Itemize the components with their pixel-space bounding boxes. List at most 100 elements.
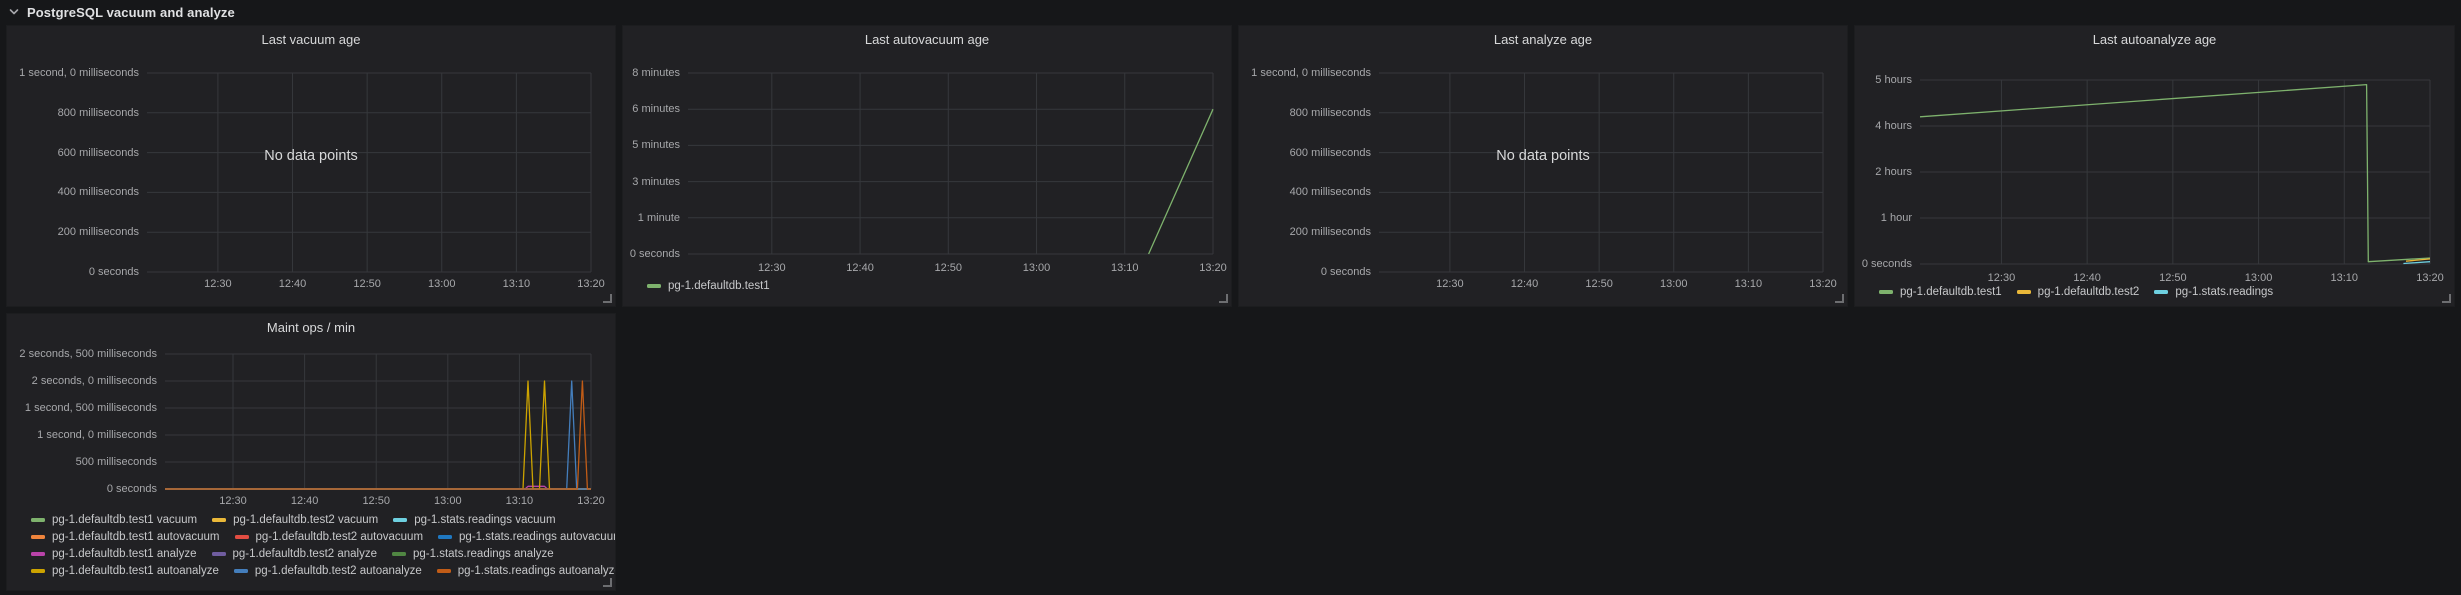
y-tick-label: 500 milliseconds — [7, 456, 157, 469]
legend-series-color-icon — [31, 518, 45, 522]
legend-series-label[interactable]: pg-1.stats.readings vacuum — [414, 514, 555, 526]
y-tick-label: 400 milliseconds — [7, 186, 139, 199]
legend-item[interactable]: pg-1.stats.readings vacuum — [393, 514, 555, 526]
legend-series-label[interactable]: pg-1.defaultdb.test1 autovacuum — [52, 531, 220, 543]
dashboard-row-title[interactable]: PostgreSQL vacuum and analyze — [27, 5, 235, 20]
y-tick-label: 2 hours — [1855, 166, 1912, 179]
y-tick-label: 5 minutes — [623, 139, 680, 152]
panel-resize-handle[interactable] — [2442, 294, 2451, 303]
x-tick-label: 12:50 — [351, 495, 401, 507]
legend-series-color-icon — [2017, 290, 2031, 294]
panel-maint-ops-per-min: Maint ops / min 2 seconds, 500 milliseco… — [6, 313, 616, 591]
x-tick-label: 12:30 — [1976, 272, 2026, 284]
y-tick-label: 0 seconds — [7, 266, 139, 279]
legend-item[interactable]: pg-1.defaultdb.test1 autovacuum — [31, 531, 220, 543]
y-tick-label: 1 minute — [623, 212, 680, 225]
no-data-message: No data points — [1239, 148, 1847, 164]
y-tick-label: 1 second, 0 milliseconds — [1239, 67, 1371, 80]
legend-item[interactable]: pg-1.defaultdb.test2 autoanalyze — [234, 565, 422, 577]
legend-item[interactable]: pg-1.defaultdb.test1 vacuum — [31, 514, 197, 526]
x-tick-label: 12:30 — [208, 495, 258, 507]
x-tick-label: 12:40 — [2062, 272, 2112, 284]
x-tick-label: 13:10 — [1723, 278, 1773, 290]
legend-series-color-icon — [2154, 290, 2168, 294]
x-tick-label: 13:20 — [1188, 262, 1232, 274]
legend-series-label[interactable]: pg-1.defaultdb.test1 vacuum — [52, 514, 197, 526]
chart-canvas[interactable] — [147, 73, 591, 272]
dashboard-row-toggle[interactable]: PostgreSQL vacuum and analyze — [8, 2, 235, 22]
grafana-dashboard: { "header": { "title": "PostgreSQL vacuu… — [0, 0, 2461, 595]
x-tick-label: 12:40 — [280, 495, 330, 507]
y-tick-label: 200 milliseconds — [7, 226, 139, 239]
y-tick-label: 0 seconds — [1855, 258, 1912, 271]
legend-series-label[interactable]: pg-1.stats.readings autovacuum — [459, 531, 616, 543]
panel-last-autovacuum-age: Last autovacuum age 8 minutes6 minutes5 … — [622, 25, 1232, 307]
x-tick-label: 13:20 — [566, 278, 616, 290]
legend-series-label[interactable]: pg-1.defaultdb.test1 autoanalyze — [52, 565, 219, 577]
legend-item[interactable]: pg-1.defaultdb.test2 analyze — [212, 548, 378, 560]
panel-resize-handle[interactable] — [1219, 294, 1228, 303]
x-tick-label: 13:00 — [2234, 272, 2284, 284]
legend-item[interactable]: pg-1.stats.readings — [2154, 286, 2273, 298]
legend-item[interactable]: pg-1.defaultdb.test2 — [2017, 286, 2140, 298]
legend-item[interactable]: pg-1.defaultdb.test2 vacuum — [212, 514, 378, 526]
legend-item[interactable]: pg-1.defaultdb.test2 autovacuum — [235, 531, 424, 543]
legend-series-color-icon — [647, 284, 661, 288]
legend-item[interactable]: pg-1.defaultdb.test1 — [1879, 286, 2002, 298]
legend-series-label[interactable]: pg-1.stats.readings autoanalyze — [458, 565, 616, 577]
legend-row: pg-1.defaultdb.test1 autoanalyze pg-1.def… — [31, 565, 616, 577]
legend-series-label[interactable]: pg-1.defaultdb.test1 — [1900, 286, 2002, 298]
legend-item[interactable]: pg-1.stats.readings autoanalyze — [437, 565, 616, 577]
panel-title[interactable]: Last analyze age — [1239, 32, 1847, 47]
chart-canvas[interactable] — [1920, 80, 2430, 264]
x-tick-label: 13:10 — [2319, 272, 2369, 284]
legend-row: pg-1.defaultdb.test1 pg-1.defaultdb.test2… — [1879, 286, 2273, 298]
series-line — [2403, 262, 2430, 264]
panel-last-autoanalyze-age: Last autoanalyze age 5 hours4 hours2 hou… — [1854, 25, 2455, 307]
y-tick-label: 800 milliseconds — [7, 107, 139, 120]
x-tick-label: 12:50 — [1574, 278, 1624, 290]
legend-series-color-icon — [212, 518, 226, 522]
series-line — [1920, 85, 2430, 262]
y-tick-label: 3 minutes — [623, 176, 680, 189]
legend-item[interactable]: pg-1.stats.readings analyze — [392, 548, 554, 560]
panel-title[interactable]: Maint ops / min — [7, 320, 615, 335]
panel-resize-handle[interactable] — [603, 578, 612, 587]
chart-canvas[interactable] — [688, 73, 1213, 254]
chevron-down-icon[interactable] — [8, 6, 20, 18]
legend-series-label[interactable]: pg-1.defaultdb.test2 — [2038, 286, 2140, 298]
x-tick-label: 12:30 — [193, 278, 243, 290]
legend-series-label[interactable]: pg-1.defaultdb.test2 autovacuum — [256, 531, 424, 543]
legend-series-label[interactable]: pg-1.defaultdb.test2 autoanalyze — [255, 565, 422, 577]
legend-item[interactable]: pg-1.stats.readings autovacuum — [438, 531, 616, 543]
legend-series-label[interactable]: pg-1.defaultdb.test1 — [668, 280, 770, 292]
y-tick-label: 0 seconds — [7, 483, 157, 496]
x-tick-label: 12:40 — [268, 278, 318, 290]
legend-item[interactable]: pg-1.defaultdb.test1 analyze — [31, 548, 197, 560]
x-tick-label: 12:40 — [835, 262, 885, 274]
legend-series-color-icon — [235, 535, 249, 539]
panel-resize-handle[interactable] — [603, 294, 612, 303]
legend-item[interactable]: pg-1.defaultdb.test1 autoanalyze — [31, 565, 219, 577]
panel-resize-handle[interactable] — [1835, 294, 1844, 303]
legend-series-color-icon — [1879, 290, 1893, 294]
x-tick-label: 12:50 — [342, 278, 392, 290]
chart-canvas[interactable] — [1379, 73, 1823, 272]
legend-series-label[interactable]: pg-1.stats.readings analyze — [413, 548, 554, 560]
legend-series-label[interactable]: pg-1.defaultdb.test1 analyze — [52, 548, 197, 560]
legend-series-label[interactable]: pg-1.defaultdb.test2 analyze — [233, 548, 378, 560]
legend-item[interactable]: pg-1.defaultdb.test1 — [647, 280, 770, 292]
y-tick-label: 1 hour — [1855, 212, 1912, 225]
y-tick-label: 200 milliseconds — [1239, 226, 1371, 239]
legend-series-label[interactable]: pg-1.stats.readings — [2175, 286, 2273, 298]
legend-series-label[interactable]: pg-1.defaultdb.test2 vacuum — [233, 514, 378, 526]
y-tick-label: 4 hours — [1855, 120, 1912, 133]
panel-title[interactable]: Last autoanalyze age — [1855, 32, 2454, 47]
y-tick-label: 1 second, 500 milliseconds — [7, 402, 157, 415]
panel-title[interactable]: Last vacuum age — [7, 32, 615, 47]
x-tick-label: 12:50 — [923, 262, 973, 274]
chart-canvas[interactable] — [165, 354, 591, 489]
y-tick-label: 2 seconds, 0 milliseconds — [7, 375, 157, 388]
panel-title[interactable]: Last autovacuum age — [623, 32, 1231, 47]
panel-last-analyze-age: Last analyze age 1 second, 0 millisecond… — [1238, 25, 1848, 307]
